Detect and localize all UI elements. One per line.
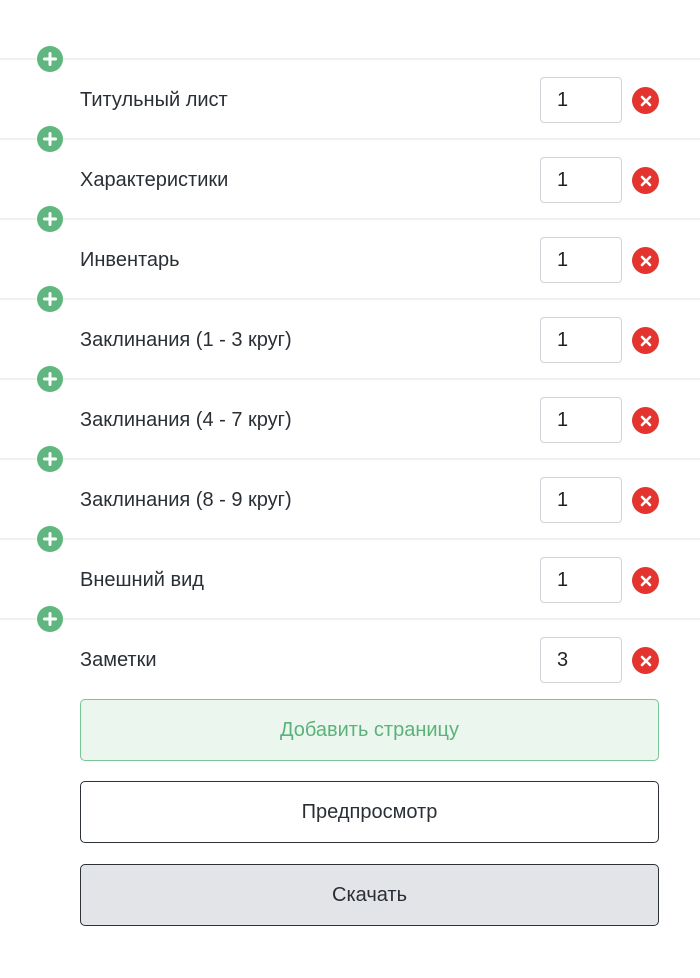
close-icon — [640, 335, 651, 346]
insert-page-button[interactable] — [37, 46, 63, 72]
plus-icon — [43, 532, 57, 546]
page-row: Заклинания (1 - 3 круг) — [0, 286, 700, 378]
insert-page-button[interactable] — [37, 366, 63, 392]
close-icon — [640, 175, 651, 186]
add-page-button[interactable]: Добавить страницу — [80, 699, 659, 761]
plus-icon — [43, 212, 57, 226]
page-label: Титульный лист — [80, 89, 228, 111]
plus-icon — [43, 292, 57, 306]
plus-icon — [43, 612, 57, 626]
insert-page-button[interactable] — [37, 126, 63, 152]
page-label: Заметки — [80, 649, 157, 671]
page-label: Заклинания (1 - 3 круг) — [80, 329, 292, 351]
download-button[interactable]: Скачать — [80, 864, 659, 926]
remove-page-button[interactable] — [632, 167, 659, 194]
insert-page-button[interactable] — [37, 206, 63, 232]
preview-button[interactable]: Предпросмотр — [80, 781, 659, 843]
remove-page-button[interactable] — [632, 567, 659, 594]
page-row: Характеристики — [0, 126, 700, 218]
page-label: Внешний вид — [80, 569, 204, 591]
remove-page-button[interactable] — [632, 647, 659, 674]
insert-page-button[interactable] — [37, 446, 63, 472]
page-row: Инвентарь — [0, 206, 700, 298]
page-row: Заклинания (4 - 7 круг) — [0, 366, 700, 458]
page-count-input[interactable] — [540, 637, 622, 683]
page-count-input[interactable] — [540, 557, 622, 603]
page-row: Титульный лист — [0, 46, 700, 138]
close-icon — [640, 255, 651, 266]
page-list: Титульный лист Характеристики Инвентарь … — [0, 46, 700, 698]
page-row: Заметки — [0, 606, 700, 698]
close-icon — [640, 415, 651, 426]
remove-page-button[interactable] — [632, 487, 659, 514]
page-count-input[interactable] — [540, 237, 622, 283]
page-count-input[interactable] — [540, 397, 622, 443]
plus-icon — [43, 52, 57, 66]
page-label: Заклинания (4 - 7 круг) — [80, 409, 292, 431]
remove-page-button[interactable] — [632, 247, 659, 274]
close-icon — [640, 95, 651, 106]
remove-page-button[interactable] — [632, 87, 659, 114]
page-label: Инвентарь — [80, 249, 180, 271]
insert-page-button[interactable] — [37, 526, 63, 552]
plus-icon — [43, 132, 57, 146]
insert-page-button[interactable] — [37, 286, 63, 312]
plus-icon — [43, 372, 57, 386]
remove-page-button[interactable] — [632, 407, 659, 434]
insert-page-button[interactable] — [37, 606, 63, 632]
page-count-input[interactable] — [540, 77, 622, 123]
close-icon — [640, 495, 651, 506]
page-count-input[interactable] — [540, 157, 622, 203]
page-label: Заклинания (8 - 9 круг) — [80, 489, 292, 511]
plus-icon — [43, 452, 57, 466]
page-row: Внешний вид — [0, 526, 700, 618]
page-label: Характеристики — [80, 169, 229, 191]
remove-page-button[interactable] — [632, 327, 659, 354]
page-row: Заклинания (8 - 9 круг) — [0, 446, 700, 538]
page-count-input[interactable] — [540, 317, 622, 363]
page-count-input[interactable] — [540, 477, 622, 523]
close-icon — [640, 575, 651, 586]
close-icon — [640, 655, 651, 666]
